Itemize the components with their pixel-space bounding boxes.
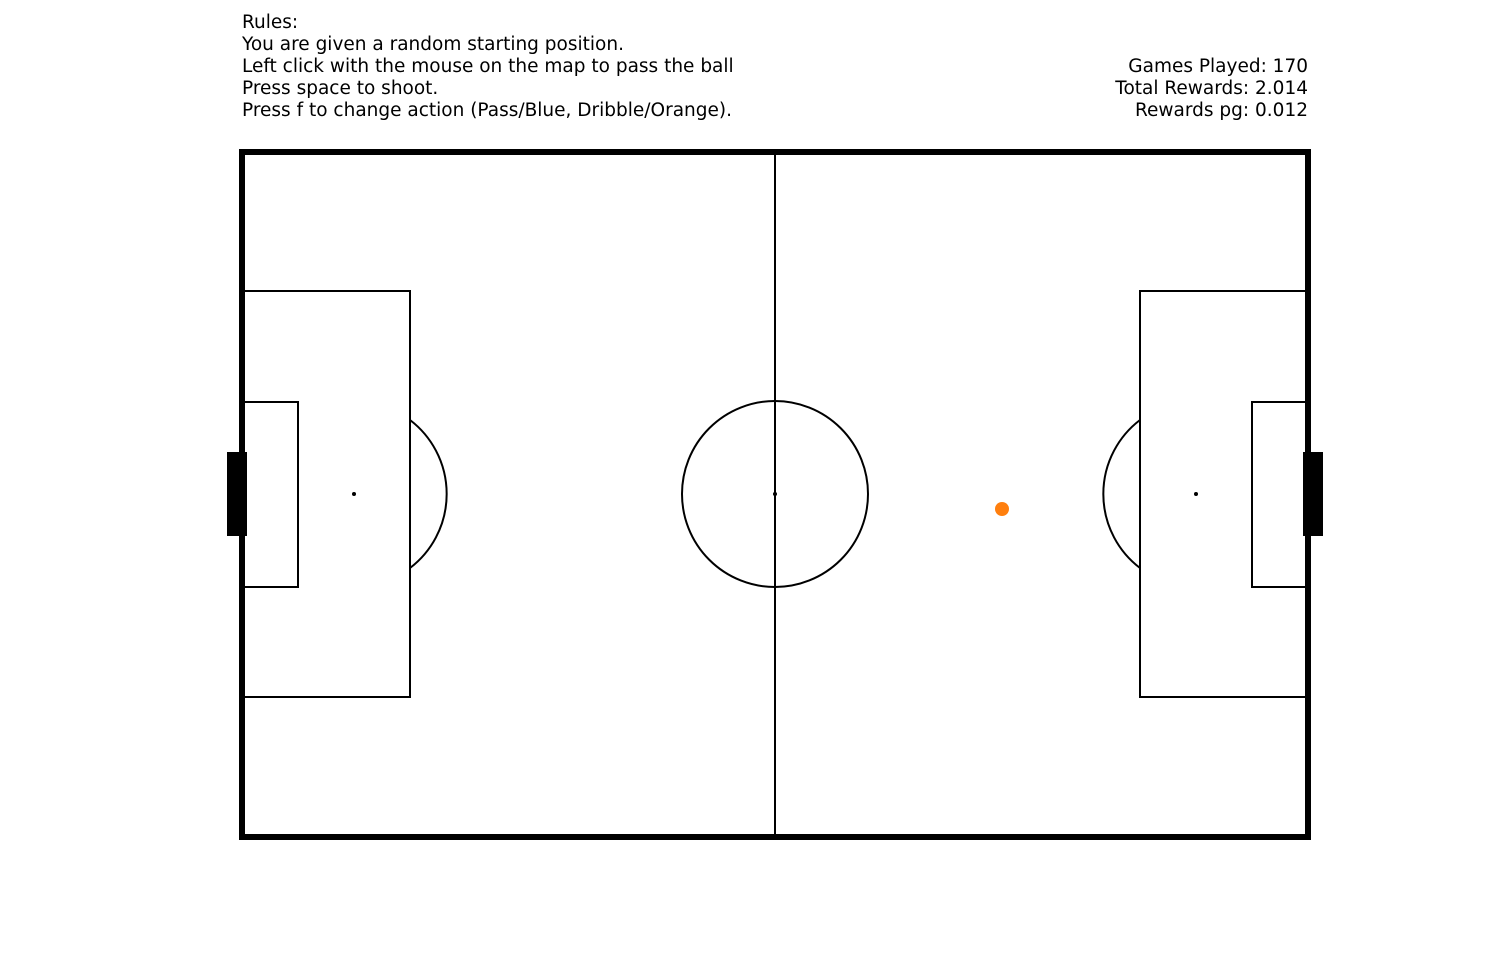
right-goal [1303, 452, 1323, 536]
soccer-pitch[interactable] [0, 0, 1512, 979]
right-goal-area [1251, 401, 1309, 588]
left-penalty-spot [352, 492, 356, 496]
left-goal [227, 452, 247, 536]
right-penalty-area [1139, 290, 1309, 698]
right-penalty-spot [1194, 492, 1198, 496]
right-penalty-arc [1102, 419, 1141, 569]
left-penalty-area [241, 290, 411, 698]
center-spot [773, 492, 777, 496]
left-goal-area [241, 401, 299, 588]
ball-marker[interactable] [995, 502, 1009, 516]
left-penalty-arc [409, 419, 448, 569]
